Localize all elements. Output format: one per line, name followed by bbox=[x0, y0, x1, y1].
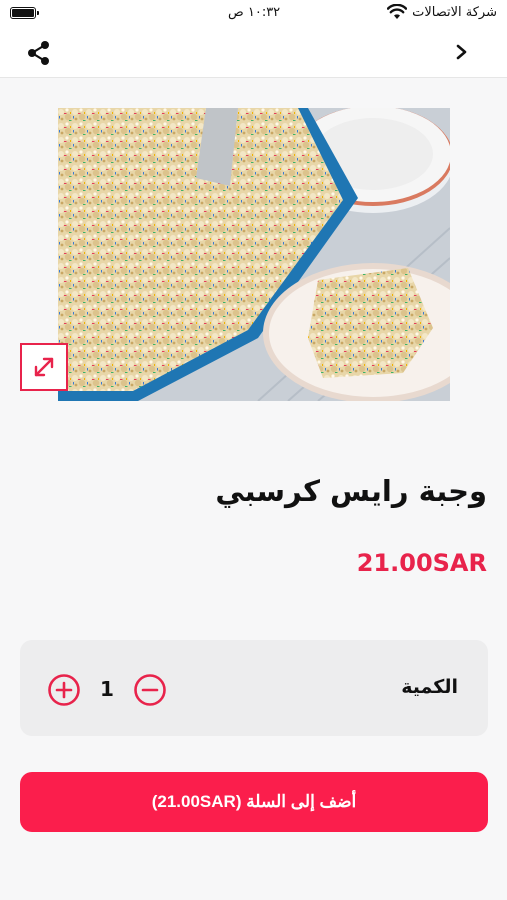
quantity-stepper: الكمية 1 bbox=[20, 640, 488, 736]
back-button[interactable] bbox=[451, 41, 473, 63]
quantity-label: الكمية bbox=[401, 676, 458, 698]
plus-circle-icon bbox=[48, 674, 80, 706]
share-icon bbox=[28, 41, 49, 65]
product-photo bbox=[58, 108, 450, 401]
product-price: 21.00SAR bbox=[356, 549, 487, 577]
nav-bar bbox=[0, 26, 507, 78]
wifi-icon bbox=[386, 3, 408, 24]
quantity-value: 1 bbox=[100, 677, 114, 701]
increase-quantity-button[interactable] bbox=[47, 673, 81, 707]
chevron-right-icon bbox=[456, 44, 467, 60]
battery-fill bbox=[12, 9, 34, 17]
expand-icon bbox=[34, 357, 54, 377]
minus-circle-icon bbox=[134, 674, 166, 706]
clock: ١٠:٣٢ ص bbox=[228, 5, 281, 20]
expand-image-button[interactable] bbox=[20, 343, 68, 391]
product-image[interactable] bbox=[58, 108, 450, 401]
battery-icon bbox=[10, 7, 39, 19]
add-to-cart-button[interactable]: أضف إلى السلة (21.00SAR) bbox=[20, 772, 488, 832]
share-button[interactable] bbox=[25, 39, 53, 67]
carrier-name: شركة الاتصالات bbox=[412, 5, 497, 20]
status-bar: شركة الاتصالات ١٠:٣٢ ص bbox=[0, 0, 507, 26]
decrease-quantity-button[interactable] bbox=[133, 673, 167, 707]
product-title: وجبة رايس كرسبي bbox=[215, 474, 487, 508]
